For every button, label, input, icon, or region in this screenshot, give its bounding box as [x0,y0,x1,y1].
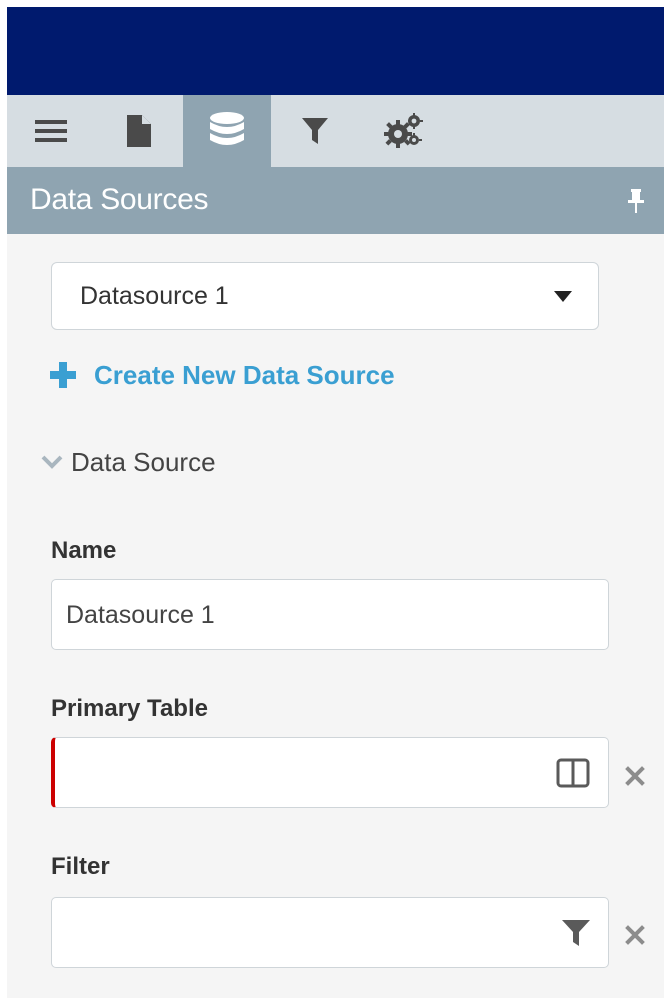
chevron-down-icon [41,455,63,469]
plus-icon [50,362,76,388]
panel-title: Data Sources [30,183,209,216]
filter-icon [302,118,328,144]
table-columns-icon[interactable] [556,758,590,788]
filter-icon[interactable] [562,920,590,946]
data-source-section-toggle[interactable]: Data Source [41,444,216,480]
panel-header: Data Sources [7,167,664,234]
caret-down-icon [554,291,572,302]
primary-table-field[interactable] [51,737,609,808]
top-bar [7,7,664,95]
clear-primary-table-icon[interactable] [623,764,647,788]
name-field-value: Datasource 1 [66,601,215,629]
hamburger-menu-icon [35,120,67,142]
data-sources-panel: Data Sources Datasource 1 Create New Dat… [7,7,664,998]
create-new-data-source-label: Create New Data Source [94,359,395,390]
database-icon [210,112,244,145]
name-label: Name [51,537,117,564]
primary-table-label: Primary Table [51,695,208,722]
tab-menu[interactable] [7,95,95,167]
document-icon [127,115,151,147]
datasource-select-value: Datasource 1 [80,282,229,310]
filter-label: Filter [51,853,110,880]
tab-document[interactable] [95,95,183,167]
gears-icon [384,113,423,148]
pin-icon[interactable] [626,189,646,213]
data-source-section-label: Data Source [71,446,216,477]
tab-settings[interactable] [359,95,447,167]
filter-field[interactable] [51,897,609,968]
tab-data-sources[interactable] [183,95,271,167]
name-field[interactable]: Datasource 1 [51,579,609,650]
tab-bar [7,95,664,167]
tab-filter[interactable] [271,95,359,167]
create-new-data-source-link[interactable]: Create New Data Source [50,357,395,393]
datasource-select[interactable]: Datasource 1 [51,262,599,330]
clear-filter-icon[interactable] [623,923,647,947]
